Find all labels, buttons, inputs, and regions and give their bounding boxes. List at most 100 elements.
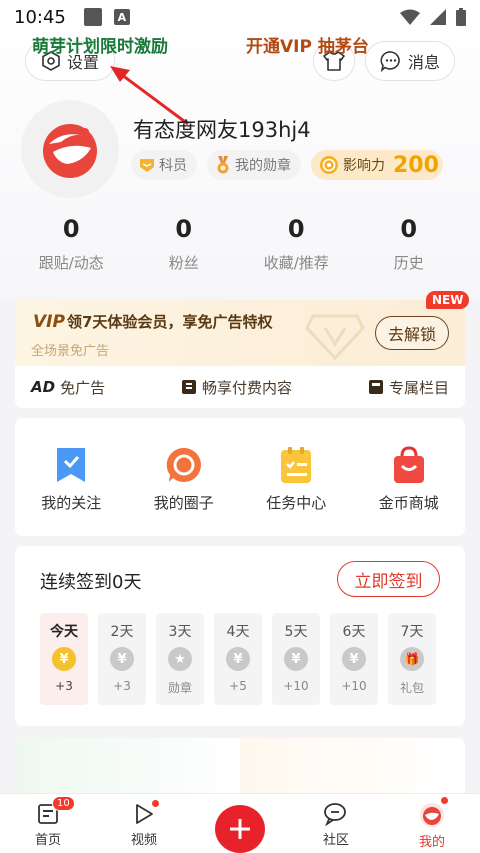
day-reward: +10 — [283, 679, 309, 693]
notification-a-icon: A — [113, 9, 130, 25]
stat-favorites[interactable]: 0 收藏/推荐 — [240, 214, 353, 273]
coin-icon: ¥ — [110, 647, 134, 671]
status-bar: 10:45 A — [0, 0, 480, 34]
message-bubble-icon — [380, 51, 400, 72]
paid-content-icon — [182, 380, 197, 394]
shopping-bag-icon — [393, 446, 424, 483]
day-cell[interactable]: 6天 ¥ +10 — [330, 613, 378, 705]
grid-item-circles[interactable]: 我的圈子 — [128, 418, 241, 536]
day-label: 7天 — [400, 624, 424, 640]
medal-badge-icon: ★ — [168, 647, 192, 671]
stat-value: 0 — [400, 215, 418, 243]
influence-badge[interactable]: 影响力 200 — [311, 150, 443, 180]
vip-subtitle: 全场景免广告 — [31, 344, 110, 359]
day-reward: 礼包 — [399, 681, 424, 695]
day-cell[interactable]: 3天 ★ 勋章 — [156, 613, 204, 705]
nav-video[interactable]: 视频 — [96, 794, 192, 853]
promo-left-text: 萌芽计划限时激励 — [32, 37, 168, 57]
day-cell-today[interactable]: 今天 ¥ +3 — [40, 613, 88, 705]
nav-mine[interactable]: 我的 — [384, 794, 480, 853]
day-label: 4天 — [226, 624, 250, 640]
sign-in-card: 连续签到0天 立即签到 今天 ¥ +3 2天 ¥ +3 3天 ★ 勋章 4天 ¥… — [15, 546, 465, 726]
day-reward: +3 — [113, 679, 131, 693]
feature-paid-content[interactable]: 畅享付费内容 — [181, 377, 292, 398]
battery-icon — [456, 8, 466, 26]
mine-logo-icon — [420, 803, 444, 827]
grid-item-coin-mall[interactable]: 金币商城 — [353, 418, 466, 536]
nav-label: 我的 — [418, 835, 445, 850]
vip-watermark-icon — [305, 314, 365, 361]
day-label: 6天 — [342, 624, 366, 640]
stat-label: 历史 — [393, 254, 424, 272]
shield-rank-icon — [140, 159, 154, 172]
gift-icon: 🎁 — [400, 647, 424, 671]
day-cell[interactable]: 5天 ¥ +10 — [272, 613, 320, 705]
vip-card[interactable]: VIP 领7天体验会员，享免广告特权 全场景免广告 去解锁 NEW AD 免广告… — [15, 291, 470, 408]
day-reward: 勋章 — [167, 681, 192, 695]
rank-label: 科员 — [159, 158, 187, 174]
day-label: 5天 — [284, 624, 308, 640]
stat-fans[interactable]: 0 粉丝 — [128, 214, 241, 273]
wifi-icon — [400, 9, 420, 25]
home-badge: 10 — [52, 796, 75, 811]
plus-icon — [230, 819, 250, 839]
feature-columns[interactable]: 专属栏目 — [368, 377, 449, 398]
day-reward: +5 — [229, 679, 247, 693]
nav-label: 社区 — [322, 833, 349, 848]
task-icon — [281, 447, 312, 483]
influence-value: 200 — [393, 152, 439, 178]
stat-label: 跟贴/动态 — [38, 254, 104, 272]
stat-history[interactable]: 0 历史 — [353, 214, 466, 273]
coin-icon: ¥ — [52, 647, 76, 671]
stat-label: 粉丝 — [168, 254, 199, 272]
feature-label: 免广告 — [60, 378, 106, 397]
medals-badge[interactable]: 我的勋章 — [207, 150, 301, 180]
quick-grid: 我的关注 我的圈子 任务中心 金币商城 — [15, 418, 465, 536]
bottom-nav: 10 首页 视频 社区 我的 — [0, 793, 480, 853]
sign-in-title: 连续签到0天 — [40, 572, 142, 593]
mine-dot — [440, 796, 449, 805]
day-cell[interactable]: 4天 ¥ +5 — [214, 613, 262, 705]
nav-community[interactable]: 社区 — [288, 794, 384, 853]
influence-icon — [320, 156, 338, 174]
sign-in-button[interactable]: 立即签到 — [337, 561, 440, 597]
stat-comments[interactable]: 0 跟贴/动态 — [15, 214, 128, 273]
coin-icon: ¥ — [342, 647, 366, 671]
vip-title: 领7天体验会员，享免广告特权 — [67, 313, 273, 331]
coin-icon: ¥ — [284, 647, 308, 671]
avatar[interactable] — [21, 100, 119, 198]
nav-post[interactable] — [192, 794, 288, 853]
feature-no-ads[interactable]: AD 免广告 — [31, 377, 105, 398]
vip-logo: VIP — [33, 312, 65, 332]
unlock-button[interactable]: 去解锁 — [375, 316, 449, 350]
day-cell[interactable]: 7天 🎁 礼包 — [388, 613, 436, 705]
circle-icon — [166, 447, 201, 482]
messages-button[interactable]: 消息 — [365, 41, 455, 81]
promo-right-text: 开通VIP 抽茅台 — [246, 37, 369, 57]
feature-label: 畅享付费内容 — [202, 378, 293, 397]
stat-label: 收藏/推荐 — [263, 254, 329, 272]
nav-home[interactable]: 10 首页 — [0, 794, 96, 853]
post-button[interactable] — [215, 805, 265, 853]
stat-value: 0 — [62, 215, 80, 243]
stat-value: 0 — [175, 215, 193, 243]
netease-logo-icon — [43, 124, 97, 178]
medals-label: 我的勋章 — [235, 158, 291, 174]
coin-icon: ¥ — [226, 647, 250, 671]
grid-label: 我的圈子 — [153, 494, 214, 512]
bookmark-icon — [57, 448, 86, 482]
column-icon — [368, 380, 383, 394]
day-cell[interactable]: 2天 ¥ +3 — [98, 613, 146, 705]
day-reward: +10 — [341, 679, 367, 693]
chat-bubbles-icon — [324, 803, 346, 826]
grid-item-follows[interactable]: 我的关注 — [15, 418, 128, 536]
grid-item-tasks[interactable]: 任务中心 — [240, 418, 353, 536]
rank-badge[interactable]: 科员 — [131, 150, 197, 180]
notification-square-icon — [83, 8, 102, 26]
nav-label: 视频 — [130, 833, 157, 848]
day-reward: +3 — [55, 679, 73, 693]
sign-in-days: 今天 ¥ +3 2天 ¥ +3 3天 ★ 勋章 4天 ¥ +5 5天 ¥ +10… — [40, 613, 436, 705]
username: 有态度网友193hj4 — [133, 118, 311, 142]
messages-label: 消息 — [407, 53, 440, 72]
grid-label: 任务中心 — [266, 494, 327, 512]
